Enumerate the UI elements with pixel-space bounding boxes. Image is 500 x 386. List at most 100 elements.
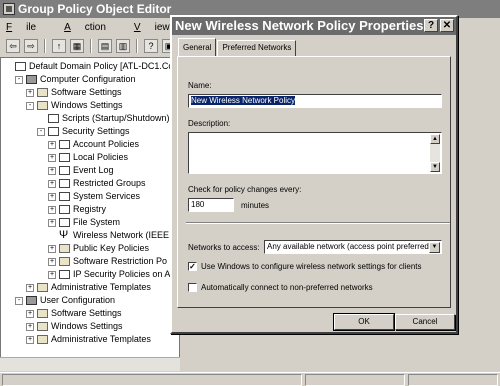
tree-item-label: Windows Settings: [51, 100, 123, 110]
forward-arrow-icon[interactable]: ⇨: [24, 39, 38, 53]
expand-icon[interactable]: +: [48, 218, 56, 227]
expand-icon[interactable]: +: [26, 322, 34, 331]
folder-icon: [59, 257, 70, 266]
scroll-down-icon[interactable]: ▼: [430, 162, 440, 172]
show-hide-tree-icon[interactable]: ▦: [70, 39, 84, 53]
tree-item-label: Software Settings: [51, 87, 122, 97]
status-cell: [408, 374, 498, 386]
check-interval-value: 180: [191, 200, 205, 209]
expand-icon[interactable]: +: [26, 335, 34, 344]
expand-icon[interactable]: +: [48, 153, 56, 162]
close-icon[interactable]: ✕: [440, 19, 454, 32]
tree-horizontal-scrollbar[interactable]: [0, 357, 180, 371]
tree-item[interactable]: + Software Restriction Po: [48, 255, 167, 268]
dialog-title: New Wireless Network Policy Properties: [175, 18, 424, 33]
tree-item[interactable]: + Public Key Policies: [48, 242, 149, 255]
tree-item[interactable]: - Security Settings: [37, 125, 130, 138]
tree-item-label: Security Settings: [62, 126, 130, 136]
use-windows-checkbox[interactable]: ✓: [188, 262, 197, 271]
tree-item[interactable]: Scripts (Startup/Shutdown): [37, 112, 170, 125]
expand-icon[interactable]: +: [48, 270, 56, 279]
expand-icon[interactable]: +: [48, 257, 56, 266]
tree-item[interactable]: - Computer Configuration: [15, 73, 136, 86]
dialog-title-bar: New Wireless Network Policy Properties ?…: [172, 17, 456, 35]
expand-icon[interactable]: +: [48, 166, 56, 175]
description-label: Description:: [188, 119, 231, 128]
policy-icon: [59, 218, 70, 227]
back-arrow-icon[interactable]: ⇦: [6, 39, 20, 53]
tree-item[interactable]: + Windows Settings: [26, 320, 123, 333]
folder-icon: [37, 283, 48, 292]
status-cell: [2, 374, 302, 386]
export-list-icon[interactable]: ▥: [116, 39, 130, 53]
tree-item-label: Public Key Policies: [73, 243, 150, 253]
tree-item-label: Software Restriction Po: [73, 256, 168, 266]
wireless-antenna-icon: Ψ: [59, 229, 69, 241]
description-textarea[interactable]: ▲ ▼: [188, 132, 442, 174]
properties-icon[interactable]: ▤: [98, 39, 112, 53]
check-interval-input[interactable]: 180: [188, 198, 234, 212]
tree-item-label: Scripts (Startup/Shutdown): [62, 113, 170, 123]
chevron-down-icon[interactable]: ▼: [429, 242, 440, 253]
description-scrollbar[interactable]: ▲ ▼: [430, 134, 440, 172]
up-level-icon[interactable]: ↑: [52, 39, 66, 53]
expand-icon[interactable]: +: [48, 244, 56, 253]
tree-item[interactable]: + File System: [48, 216, 120, 229]
tree-item-label: Registry: [73, 204, 107, 214]
tree-item[interactable]: + Restricted Groups: [48, 177, 146, 190]
folder-icon: [37, 309, 48, 318]
tree-item-label: User Configuration: [40, 295, 116, 305]
tree-item[interactable]: + Software Settings: [26, 86, 122, 99]
tree-item[interactable]: + Administrative Templates: [26, 333, 151, 346]
tab-general[interactable]: General: [178, 38, 217, 56]
tree-item[interactable]: + Software Settings: [26, 307, 122, 320]
toolbar-separator: [90, 39, 92, 53]
menu-action[interactable]: Action: [64, 20, 120, 36]
policy-icon: [48, 127, 59, 136]
tree-item[interactable]: + Local Policies: [48, 151, 128, 164]
tab-preferred-networks[interactable]: Preferred Networks: [217, 40, 297, 56]
help-button[interactable]: ?: [424, 19, 438, 32]
collapse-icon[interactable]: -: [26, 101, 34, 110]
cancel-button[interactable]: Cancel: [395, 314, 455, 330]
policy-tree[interactable]: Default Domain Policy [ATL-DC1.Com - Compu…: [0, 57, 180, 371]
expand-icon[interactable]: +: [48, 192, 56, 201]
tree-item[interactable]: Ψ Wireless Network (IEEE: [48, 229, 169, 242]
policy-icon: [59, 179, 70, 188]
tree-item[interactable]: + Event Log: [48, 164, 114, 177]
expand-icon[interactable]: +: [48, 140, 56, 149]
expand-icon[interactable]: +: [26, 283, 34, 292]
collapse-icon[interactable]: -: [15, 75, 23, 84]
expand-icon[interactable]: +: [26, 88, 34, 97]
networks-select[interactable]: Any available network (access point pref…: [264, 240, 442, 254]
collapse-icon[interactable]: -: [37, 127, 45, 136]
toolbar-separator: [136, 39, 138, 53]
tree-item[interactable]: + Administrative Templates: [26, 281, 151, 294]
policy-icon: [15, 62, 26, 71]
tree-item-label: Local Policies: [73, 152, 129, 162]
expand-icon[interactable]: +: [26, 309, 34, 318]
use-windows-label: Use Windows to configure wireless networ…: [201, 262, 422, 271]
tree-item[interactable]: + Account Policies: [48, 138, 139, 151]
name-input[interactable]: New Wireless Network Policy: [188, 94, 442, 108]
policy-icon: [59, 270, 70, 279]
collapse-icon[interactable]: -: [15, 296, 23, 305]
scroll-up-icon[interactable]: ▲: [430, 134, 440, 144]
auto-connect-checkbox[interactable]: [188, 283, 197, 292]
status-bar: [0, 372, 500, 386]
tree-item[interactable]: Default Domain Policy [ATL-DC1.Com: [4, 60, 179, 73]
expand-icon[interactable]: +: [48, 205, 56, 214]
help-icon[interactable]: ?: [144, 39, 158, 53]
tree-item[interactable]: + Registry: [48, 203, 106, 216]
expand-icon[interactable]: +: [48, 179, 56, 188]
ok-button[interactable]: OK: [333, 313, 395, 331]
computer-icon: [26, 75, 37, 84]
tree-item[interactable]: - User Configuration: [15, 294, 115, 307]
wireless-policy-dialog: New Wireless Network Policy Properties ?…: [170, 15, 458, 334]
tree-item[interactable]: - Windows Settings: [26, 99, 123, 112]
tree-item[interactable]: + System Services: [48, 190, 140, 203]
tree-item[interactable]: + IP Security Policies on A: [48, 268, 170, 281]
tab-strip: General Preferred Networks: [178, 38, 297, 56]
menu-file[interactable]: File: [6, 20, 50, 36]
tree-item-label: File System: [73, 217, 121, 227]
